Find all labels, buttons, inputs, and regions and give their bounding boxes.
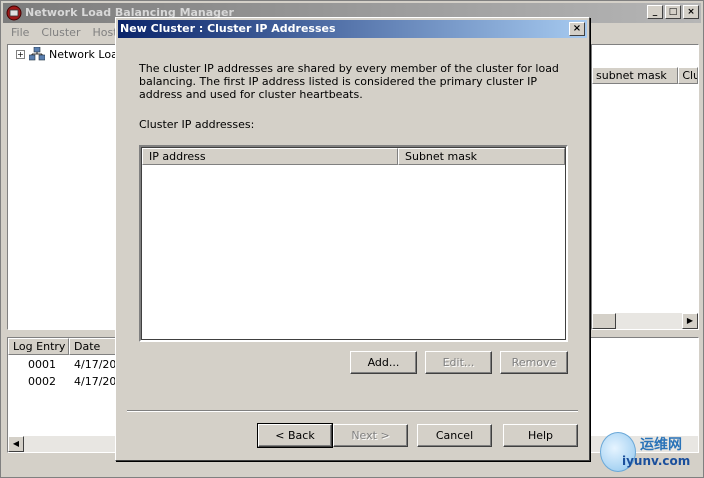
column-cluster[interactable]: Clu bbox=[678, 67, 698, 84]
next-button[interactable]: Next > bbox=[333, 424, 408, 447]
nlb-app-icon bbox=[6, 5, 22, 21]
window-controls: _ □ × bbox=[647, 5, 699, 19]
dialog-title: New Cluster : Cluster IP Addresses bbox=[120, 22, 336, 35]
maximize-button[interactable]: □ bbox=[665, 5, 681, 19]
scroll-left-icon[interactable]: ◀ bbox=[8, 436, 24, 452]
column-subnet-mask[interactable]: Subnet mask bbox=[398, 148, 565, 165]
expand-icon[interactable]: + bbox=[16, 49, 25, 59]
watermark-text-2: iyunv.com bbox=[622, 454, 691, 468]
edit-button[interactable]: Edit... bbox=[425, 351, 492, 374]
minimize-button[interactable]: _ bbox=[647, 5, 663, 19]
watermark-text-1: 运维网 bbox=[640, 437, 682, 453]
scroll-thumb[interactable] bbox=[592, 313, 616, 329]
tree-item-label: Network Load bbox=[49, 47, 125, 61]
menu-host[interactable]: Host bbox=[92, 24, 117, 42]
cluster-ip-list[interactable]: IP address Subnet mask bbox=[139, 145, 568, 342]
scroll-right-icon[interactable]: ▶ bbox=[682, 313, 698, 329]
dialog-description: The cluster IP addresses are shared by e… bbox=[139, 62, 559, 101]
dialog-titlebar: New Cluster : Cluster IP Addresses × bbox=[118, 20, 587, 38]
menubar: File Cluster Host bbox=[5, 24, 118, 42]
dialog-close-button[interactable]: × bbox=[569, 22, 585, 36]
close-window-button[interactable]: × bbox=[683, 5, 699, 19]
tree-item-nlb-clusters[interactable]: + Network Load bbox=[16, 47, 125, 61]
remove-button[interactable]: Remove bbox=[500, 351, 568, 374]
cluster-ip-list-label: Cluster IP addresses: bbox=[139, 118, 255, 131]
log-entry-cell: 0001 bbox=[28, 358, 56, 371]
host-list-pane: subnet mask Clu ▶ bbox=[591, 44, 699, 330]
host-list-header: subnet mask Clu bbox=[592, 67, 698, 84]
cancel-button[interactable]: Cancel bbox=[417, 424, 492, 447]
log-row[interactable]: 0001 4/17/201 bbox=[8, 358, 123, 371]
column-subnet-mask[interactable]: subnet mask bbox=[592, 67, 679, 84]
help-button[interactable]: Help bbox=[503, 424, 578, 447]
cluster-tree: + Network Load bbox=[7, 44, 125, 330]
add-button[interactable]: Add... bbox=[350, 351, 417, 374]
watermark: 运维网 iyunv.com bbox=[600, 430, 704, 476]
log-row[interactable]: 0002 4/17/201 bbox=[8, 375, 123, 388]
host-list-hscrollbar[interactable]: ▶ bbox=[592, 313, 698, 329]
column-ip-address[interactable]: IP address bbox=[142, 148, 398, 165]
cluster-icon bbox=[29, 47, 45, 61]
log-entry-cell: 0002 bbox=[28, 375, 56, 388]
column-log-entry[interactable]: Log Entry bbox=[8, 338, 69, 355]
new-cluster-dialog: New Cluster : Cluster IP Addresses × The… bbox=[115, 17, 590, 461]
ip-list-header: IP address Subnet mask bbox=[142, 148, 565, 165]
back-button[interactable]: < Back bbox=[257, 423, 333, 448]
log-header: Log Entry Date bbox=[8, 338, 123, 355]
dialog-separator bbox=[127, 410, 578, 412]
menu-file[interactable]: File bbox=[11, 24, 29, 42]
menu-cluster[interactable]: Cluster bbox=[41, 24, 80, 42]
